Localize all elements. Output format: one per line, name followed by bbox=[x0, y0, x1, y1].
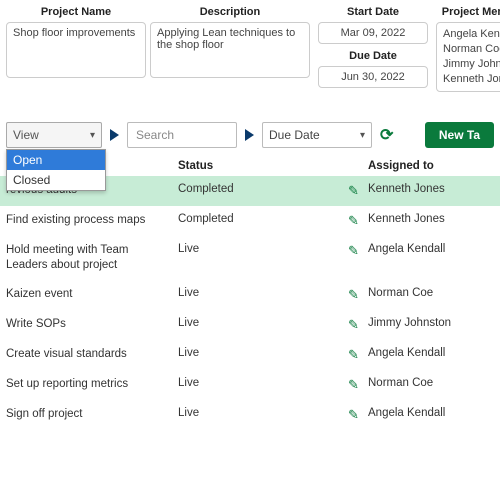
status-cell: Live bbox=[178, 347, 348, 359]
assigned-cell: Norman Coe bbox=[368, 377, 494, 389]
table-row[interactable]: Sign off projectLive✎ Angela Kendall bbox=[0, 400, 500, 430]
new-task-button[interactable]: New Ta bbox=[425, 122, 494, 148]
assigned-cell: Angela Kendall bbox=[368, 407, 494, 419]
description-value[interactable]: Applying Lean techniques to the shop flo… bbox=[150, 22, 310, 78]
col-header-edit bbox=[348, 160, 368, 172]
task-cell: Hold meeting with Team Leaders about pro… bbox=[6, 243, 178, 273]
member-item: Jimmy Johns bbox=[443, 57, 500, 72]
edit-cell[interactable]: ✎ bbox=[348, 287, 368, 303]
table-row[interactable]: Write SOPsLive✎ Jimmy Johnston bbox=[0, 310, 500, 340]
task-cell: Find existing process maps bbox=[6, 213, 178, 228]
pencil-icon: ✎ bbox=[348, 183, 359, 198]
pencil-icon: ✎ bbox=[348, 243, 359, 258]
search-input[interactable] bbox=[127, 122, 237, 148]
chevron-down-icon: ▾ bbox=[90, 130, 95, 141]
pencil-icon: ✎ bbox=[348, 407, 359, 422]
member-item: Angela Kend bbox=[443, 27, 500, 42]
status-cell: Live bbox=[178, 377, 348, 389]
status-cell: Live bbox=[178, 287, 348, 299]
project-name-label: Project Name bbox=[6, 4, 146, 22]
pencil-icon: ✎ bbox=[348, 347, 359, 362]
edit-cell[interactable]: ✎ bbox=[348, 213, 368, 229]
dates-section: Start Date Mar 09, 2022 Due Date Jun 30,… bbox=[314, 4, 432, 92]
toolbar: View ▾ Open Closed Due Date ▾ ⟳ New Ta bbox=[0, 92, 500, 156]
view-dropdown: Open Closed bbox=[6, 149, 106, 191]
status-cell: Live bbox=[178, 407, 348, 419]
pencil-icon: ✎ bbox=[348, 213, 359, 228]
edit-cell[interactable]: ✎ bbox=[348, 347, 368, 363]
members-box[interactable]: Angela Kend Norman Coe Jimmy Johns Kenne… bbox=[436, 22, 500, 92]
description-section: Description Applying Lean techniques to … bbox=[150, 4, 310, 92]
assigned-cell: Norman Coe bbox=[368, 287, 494, 299]
table-row[interactable]: Set up reporting metricsLive✎ Norman Coe bbox=[0, 370, 500, 400]
description-label: Description bbox=[150, 4, 310, 22]
view-select-label: View bbox=[13, 128, 39, 142]
edit-cell[interactable]: ✎ bbox=[348, 183, 368, 199]
sort-select-label: Due Date bbox=[269, 128, 320, 142]
status-cell: Live bbox=[178, 317, 348, 329]
table-row[interactable]: Create visual standardsLive✎ Angela Kenda… bbox=[0, 340, 500, 370]
play-icon[interactable] bbox=[110, 129, 119, 141]
start-date-value[interactable]: Mar 09, 2022 bbox=[318, 22, 428, 44]
assigned-cell: Angela Kendall bbox=[368, 347, 494, 359]
pencil-icon: ✎ bbox=[348, 287, 359, 302]
member-item: Kenneth Jor bbox=[443, 72, 500, 87]
start-date-label: Start Date bbox=[347, 4, 399, 22]
table-row[interactable]: Hold meeting with Team Leaders about pro… bbox=[0, 236, 500, 280]
assigned-cell: Jimmy Johnston bbox=[368, 317, 494, 329]
refresh-icon[interactable]: ⟳ bbox=[380, 125, 393, 145]
view-option-closed[interactable]: Closed bbox=[7, 170, 105, 190]
edit-cell[interactable]: ✎ bbox=[348, 243, 368, 259]
col-header-status: Status bbox=[178, 160, 348, 172]
members-label: Project Meml bbox=[436, 4, 500, 22]
members-section: Project Meml Angela Kend Norman Coe Jimm… bbox=[436, 4, 500, 92]
table-row[interactable]: Kaizen eventLive✎ Norman Coe bbox=[0, 280, 500, 310]
task-cell: Write SOPs bbox=[6, 317, 178, 332]
edit-cell[interactable]: ✎ bbox=[348, 317, 368, 333]
due-date-label: Due Date bbox=[349, 48, 397, 66]
pencil-icon: ✎ bbox=[348, 317, 359, 332]
tasks-table: Status Assigned to revious auditsComplet… bbox=[0, 156, 500, 430]
edit-cell[interactable]: ✎ bbox=[348, 377, 368, 393]
view-select[interactable]: View ▾ Open Closed bbox=[6, 122, 102, 148]
status-cell: Completed bbox=[178, 213, 348, 225]
project-name-section: Project Name Shop floor improvements bbox=[6, 4, 146, 92]
status-cell: Live bbox=[178, 243, 348, 255]
play-icon[interactable] bbox=[245, 129, 254, 141]
assigned-cell: Kenneth Jones bbox=[368, 213, 494, 225]
chevron-down-icon: ▾ bbox=[360, 130, 365, 141]
edit-cell[interactable]: ✎ bbox=[348, 407, 368, 423]
assigned-cell: Kenneth Jones bbox=[368, 183, 494, 195]
project-name-value[interactable]: Shop floor improvements bbox=[6, 22, 146, 78]
assigned-cell: Angela Kendall bbox=[368, 243, 494, 255]
pencil-icon: ✎ bbox=[348, 377, 359, 392]
member-item: Norman Coe bbox=[443, 42, 500, 57]
due-date-value[interactable]: Jun 30, 2022 bbox=[318, 66, 428, 88]
sort-select[interactable]: Due Date ▾ bbox=[262, 122, 372, 148]
col-header-assigned: Assigned to bbox=[368, 160, 494, 172]
task-cell: Create visual standards bbox=[6, 347, 178, 362]
task-cell: Sign off project bbox=[6, 407, 178, 422]
status-cell: Completed bbox=[178, 183, 348, 195]
task-cell: Set up reporting metrics bbox=[6, 377, 178, 392]
table-row[interactable]: Find existing process mapsCompleted✎ Kenn… bbox=[0, 206, 500, 236]
view-option-open[interactable]: Open bbox=[7, 150, 105, 170]
project-header: Project Name Shop floor improvements Des… bbox=[0, 0, 500, 92]
task-cell: Kaizen event bbox=[6, 287, 178, 302]
